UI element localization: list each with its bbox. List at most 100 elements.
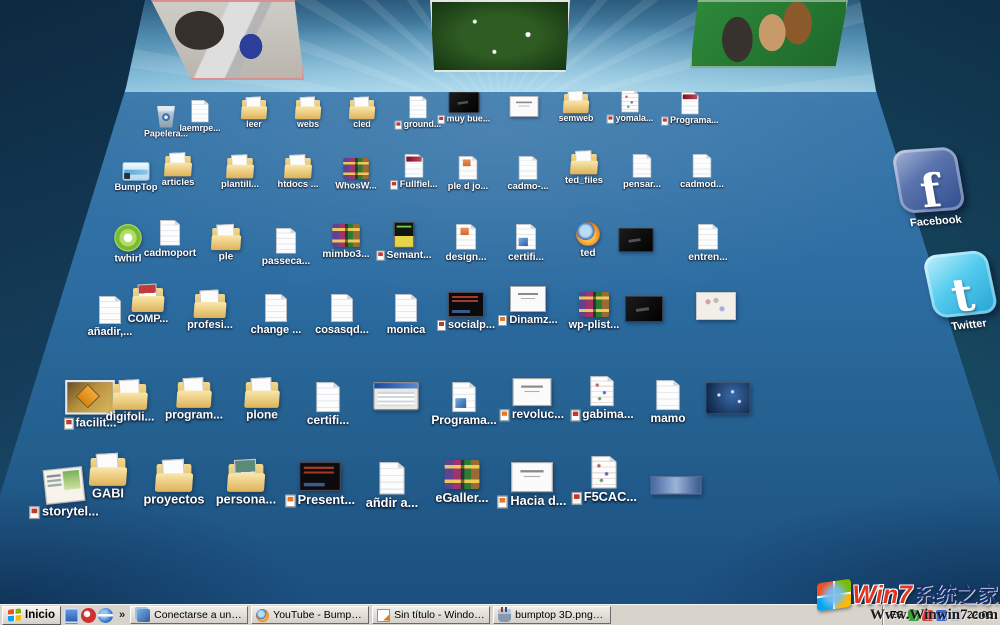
icon-label-text: muy bue... <box>447 114 491 124</box>
doc-icon <box>409 96 427 118</box>
desktop-icon-folder[interactable]: ted_files <box>560 154 608 185</box>
desktop-icon-folder[interactable]: ple <box>200 228 252 262</box>
desktop-icon-doc-word[interactable]: certifi... <box>500 224 552 263</box>
desktop-icon-doc[interactable]: cadmo-... <box>504 156 552 192</box>
taskbar-button[interactable]: Sin título - Windows Live ... <box>372 606 490 624</box>
desktop-icon-folder[interactable]: GABI <box>76 458 141 501</box>
desktop-icon-folder[interactable]: semweb <box>554 94 599 124</box>
tray-green-icon[interactable] <box>908 610 919 621</box>
image-banner-icon <box>650 476 701 495</box>
desktop-icon-image-banner[interactable] <box>644 476 709 495</box>
desktop-icon-folder[interactable]: webs <box>286 100 331 130</box>
desktop-icon-image-dark[interactable] <box>610 228 662 252</box>
doc-stamp-icon <box>459 156 478 180</box>
desktop-icon-folder[interactable]: profesi... <box>182 294 238 331</box>
doc-dark-icon <box>394 222 414 248</box>
desktop-icon-folder[interactable]: plantill... <box>216 158 264 189</box>
white-flowers-photo[interactable] <box>430 0 570 72</box>
desktop-icon-doc-sketch[interactable]: gabima... <box>572 376 632 421</box>
desktop-icon-folder[interactable]: digifoli... <box>100 384 160 424</box>
desktop-icon-folder-red[interactable]: COMP... <box>120 288 176 325</box>
desktop-icon-rar[interactable]: mimbo3... <box>320 224 372 260</box>
taskbar-button-label: YouTube - BumpTop 3D ... <box>273 609 364 621</box>
tray-blue-icon[interactable] <box>936 610 947 621</box>
internet-explorer-icon[interactable] <box>98 608 113 623</box>
desktop-icon-doc[interactable]: entren... <box>682 224 734 263</box>
doc-sketch-icon <box>621 90 639 112</box>
doc-word-icon <box>516 224 536 250</box>
desktop-icon-folder[interactable]: articles <box>154 156 202 187</box>
clock[interactable]: 22:03 <box>967 609 993 621</box>
icon-label-text: plone <box>246 409 278 422</box>
sandals-on-grass-photo[interactable] <box>690 0 848 68</box>
taskbar-button[interactable]: bumptop 3D.png - Paint.... <box>493 606 611 624</box>
desktop-icon-doc[interactable]: cadmoport <box>144 220 196 259</box>
desktop-icon-folder[interactable]: leer <box>232 100 277 130</box>
desktop-icon-rar[interactable]: eGaller... <box>430 460 495 505</box>
icon-label-text: yomala... <box>616 114 654 124</box>
desktop-icon-folder[interactable]: proyectos <box>142 464 207 507</box>
desktop-icon-rar[interactable]: wp-plist... <box>566 292 622 331</box>
desktop-icon-rar[interactable]: WhosW... <box>332 158 380 191</box>
image-dark-icon <box>449 92 479 113</box>
desktop-icon-image-dark[interactable] <box>616 296 672 322</box>
desktop-icon-bumptop[interactable]: BumpTop <box>112 162 160 193</box>
desktop-icon-doc[interactable]: change ... <box>248 294 304 336</box>
desktop-icon-slide-white[interactable] <box>502 96 547 117</box>
icon-label: ted_files <box>565 175 603 185</box>
desktop-icon-doc[interactable]: pensar... <box>618 154 666 190</box>
desktop-icon-firefox[interactable]: ted <box>562 222 614 259</box>
icon-label: htdocs ... <box>277 179 318 189</box>
desktop-icon-doc-red[interactable]: Programa... <box>668 92 713 126</box>
desktop-icon-doc[interactable]: ground... <box>396 96 441 130</box>
tray-red-icon[interactable] <box>922 610 933 621</box>
desktop-icon-doc-stamp[interactable]: ple d jo... <box>444 156 492 192</box>
desktop-icon-doc[interactable]: laemrpe... <box>178 100 223 134</box>
desktop-icon-doc[interactable]: mamo <box>638 380 698 425</box>
desktop-icon-doc-red[interactable]: Fullfiel... <box>390 154 438 190</box>
desktop-icon-doc-sketch[interactable]: F5CAC... <box>572 456 637 505</box>
desktop-icon-folder[interactable]: cled <box>340 100 385 130</box>
desktop-icon-doc-dark[interactable]: Semant... <box>378 222 430 261</box>
desktop-icon-doc-sketch[interactable]: yomala... <box>608 90 653 124</box>
doc-icon <box>316 382 340 412</box>
icon-label: F5CAC... <box>571 491 637 505</box>
desktop-icon-slide-white[interactable]: revoluc... <box>502 378 562 421</box>
desktop-icon-doc[interactable]: passeca... <box>260 228 312 267</box>
icon-label: ple d jo... <box>448 182 489 192</box>
taskbar-button[interactable]: YouTube - BumpTop 3D ... <box>251 606 369 624</box>
task-button-area: Conectarse a una red YouTube - BumpTop 3D… <box>130 606 611 624</box>
bumptop-icon <box>122 162 149 181</box>
desktop-icon-image-blue[interactable] <box>698 382 758 414</box>
desktop-icon-doc[interactable]: cadmod... <box>678 154 726 190</box>
network-icon <box>137 609 150 622</box>
toolbar-overflow-chevron[interactable]: » <box>116 609 128 621</box>
desktop-icon-app-window[interactable] <box>366 382 426 410</box>
facebook-shortcut[interactable]: f Facebook <box>891 146 969 229</box>
desktop-icon-slide-dark[interactable]: Present... <box>288 462 353 507</box>
desktop-icon-image-light[interactable] <box>688 292 744 320</box>
desktop-icon-doc[interactable]: añdir a... <box>360 462 425 511</box>
desktop-icon-slide-dark[interactable]: socialp... <box>438 292 494 331</box>
opera-icon[interactable] <box>81 608 96 623</box>
desktop-icon-folder[interactable]: plone <box>232 382 292 422</box>
desktop-icon-folder[interactable]: program... <box>164 382 224 422</box>
desktop-icon-doc-stamp[interactable]: design... <box>440 224 492 263</box>
taskbar-button[interactable]: Conectarse a una red <box>130 606 248 624</box>
desktop-icon-doc-word[interactable]: Programa... <box>434 382 494 427</box>
desktop-icon-doc[interactable]: certifi... <box>298 382 358 427</box>
desktop-icon-slide-white[interactable]: Dinamz... <box>500 286 556 326</box>
desktop-icon-image-dark[interactable]: muy bue... <box>442 92 487 124</box>
slide-white-icon <box>511 462 553 492</box>
language-indicator[interactable]: ES <box>890 609 904 621</box>
desktop-icon-folder-photo[interactable]: persona... <box>214 464 279 507</box>
desktop-icon-doc[interactable]: cosasqd... <box>314 294 370 336</box>
start-button[interactable]: Inicio <box>2 606 61 625</box>
icon-label: semweb <box>559 114 594 124</box>
icon-label: Semant... <box>376 250 431 261</box>
tray-gray-icon[interactable] <box>950 610 961 621</box>
desktop-icon-folder[interactable]: htdocs ... <box>274 158 322 189</box>
show-desktop-icon[interactable] <box>64 608 79 623</box>
desktop-icon-doc[interactable]: monica <box>378 294 434 336</box>
desktop-icon-slide-white[interactable]: Hacia d... <box>500 462 565 508</box>
